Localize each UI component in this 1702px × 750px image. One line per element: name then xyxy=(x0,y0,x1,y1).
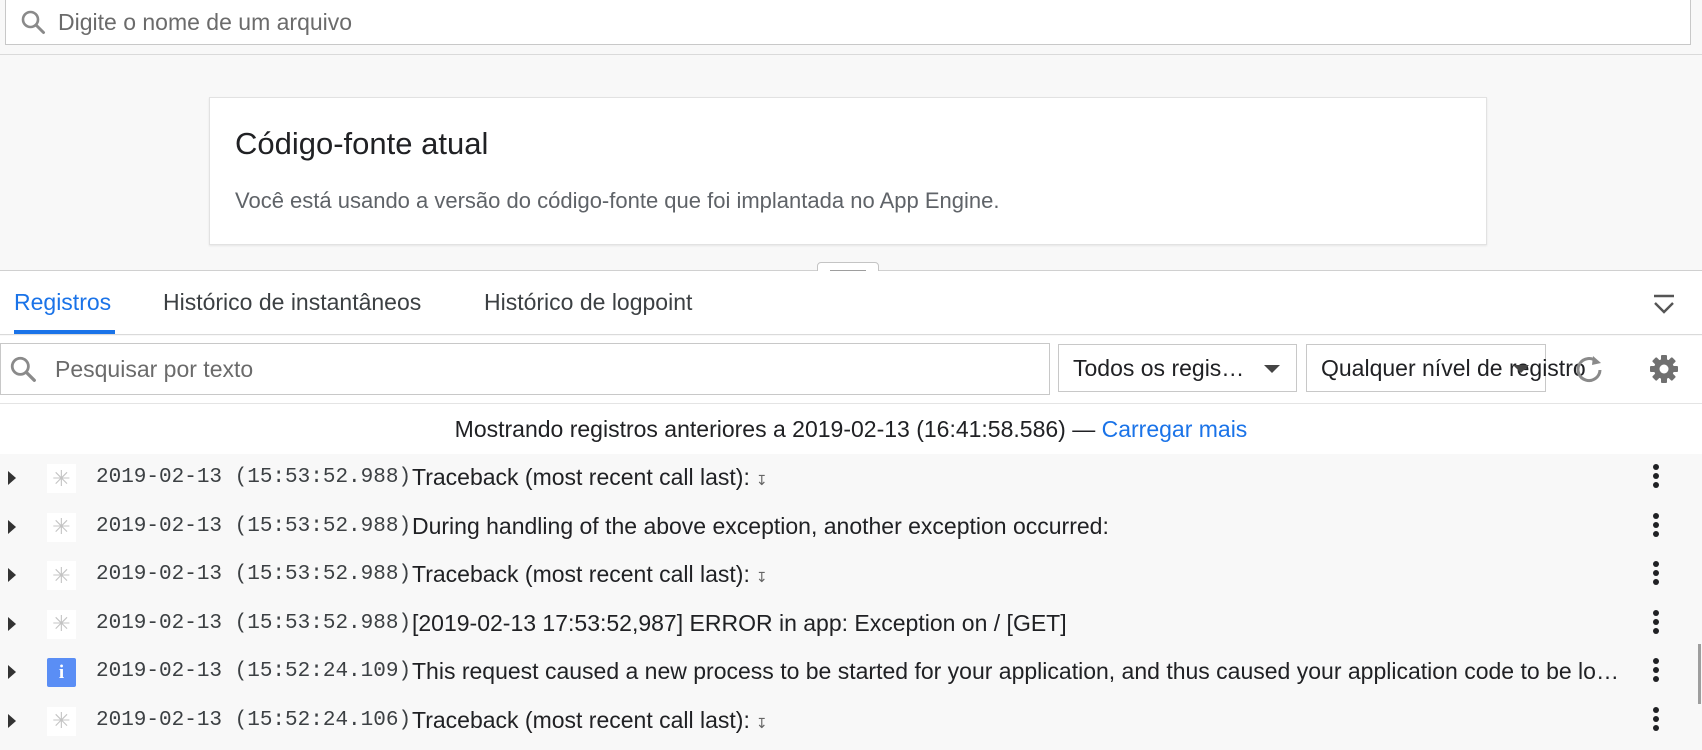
log-timestamp: 2019-02-13 (15:53:52.988) xyxy=(96,514,412,538)
text-cursor-icon: ↧ xyxy=(755,472,768,488)
tab-historico-instantaneos[interactable]: Histórico de instantâneos xyxy=(163,289,421,316)
log-message-text: Traceback (most recent call last): xyxy=(412,561,750,587)
text-cursor-icon: ↧ xyxy=(755,569,768,585)
more-options-icon[interactable] xyxy=(1648,705,1664,737)
card-title: Código-fonte atual xyxy=(235,126,489,161)
expand-arrow-icon[interactable] xyxy=(8,713,16,728)
log-entry-row[interactable]: ✳ 2019-02-13 (15:53:52.988) During handl… xyxy=(0,502,1702,551)
log-message: Traceback (most recent call last): ↧ xyxy=(412,561,1627,588)
log-message: [2019-02-13 17:53:52,987] ERROR in app: … xyxy=(412,609,1067,636)
log-level-value: Qualquer nível de registro xyxy=(1321,354,1586,381)
expand-arrow-icon[interactable] xyxy=(8,471,16,485)
log-source-value: Todos os regis… xyxy=(1073,354,1245,381)
search-icon xyxy=(18,7,48,37)
search-icon xyxy=(9,354,39,384)
collapse-panel-icon[interactable] xyxy=(1650,293,1678,317)
expand-arrow-icon[interactable] xyxy=(8,616,16,631)
log-timestamp: 2019-02-13 (15:53:52.988) xyxy=(96,611,412,635)
tab-bar: Registros Histórico de instantâneos Hist… xyxy=(0,271,1702,335)
log-message-text: Traceback (most recent call last): xyxy=(412,706,750,733)
log-entry-row[interactable]: ✳ 2019-02-13 (15:53:52.988) Traceback (m… xyxy=(0,551,1702,600)
severity-any-icon: ✳ xyxy=(47,512,76,542)
log-message: Traceback (most recent call last): ↧ xyxy=(412,707,1627,734)
expand-arrow-icon[interactable] xyxy=(8,519,16,534)
severity-info-icon: i xyxy=(47,658,76,687)
more-options-icon[interactable] xyxy=(1648,511,1664,543)
log-message-text: Traceback (most recent call last): xyxy=(412,464,750,490)
log-entry-row[interactable]: ✳ 2019-02-13 (15:52:24.106) Traceback (m… xyxy=(0,696,1702,745)
divider xyxy=(0,54,1702,55)
log-source-select[interactable]: Todos os regis… xyxy=(1058,344,1297,392)
refresh-icon[interactable] xyxy=(1572,352,1606,386)
active-tab-indicator xyxy=(14,330,115,334)
source-info-card: Código-fonte atual Você está usando a ve… xyxy=(209,97,1487,245)
log-entries-list: ✳ 2019-02-13 (15:53:52.988) Traceback (m… xyxy=(0,454,1702,745)
severity-any-icon: ✳ xyxy=(47,706,76,736)
log-entry-row[interactable]: ✳ 2019-02-13 (15:53:52.988) [2019-02-13 … xyxy=(0,599,1702,648)
tab-historico-logpoint[interactable]: Histórico de logpoint xyxy=(484,289,692,316)
chevron-down-icon xyxy=(1513,365,1529,373)
expand-arrow-icon[interactable] xyxy=(8,665,16,679)
log-message: This request caused a new process to be … xyxy=(412,658,1627,684)
load-more-link[interactable]: Carregar mais xyxy=(1102,416,1248,442)
severity-any-icon: ✳ xyxy=(47,561,76,590)
expand-arrow-icon[interactable] xyxy=(8,568,16,582)
log-timestamp: 2019-02-13 (15:52:24.106) xyxy=(96,708,412,732)
log-entry-row[interactable]: i 2019-02-13 (15:52:24.109) This request… xyxy=(0,648,1702,697)
logs-range-text: Mostrando registros anteriores a 2019-02… xyxy=(454,416,1096,442)
log-entry-row[interactable]: ✳ 2019-02-13 (15:53:52.988) Traceback (m… xyxy=(0,454,1702,503)
log-level-select[interactable]: Qualquer nível de registro xyxy=(1306,344,1586,392)
log-search-bar[interactable] xyxy=(0,343,1050,395)
chevron-down-icon xyxy=(1264,365,1280,373)
logs-range-notice: Mostrando registros anteriores a 2019-02… xyxy=(0,404,1702,454)
log-message: Traceback (most recent call last): ↧ xyxy=(412,464,1627,491)
log-timestamp: 2019-02-13 (15:53:52.988) xyxy=(96,466,412,489)
file-search-input[interactable] xyxy=(58,8,1558,36)
log-timestamp: 2019-02-13 (15:53:52.988) xyxy=(96,563,412,586)
file-search-bar[interactable] xyxy=(5,0,1691,45)
gear-icon[interactable] xyxy=(1647,352,1681,386)
text-cursor-icon: ↧ xyxy=(755,714,768,731)
more-options-icon[interactable] xyxy=(1648,462,1664,494)
more-options-icon[interactable] xyxy=(1648,608,1664,640)
card-description: Você está usando a versão do código-font… xyxy=(235,188,1000,213)
severity-any-icon: ✳ xyxy=(47,464,76,493)
log-timestamp: 2019-02-13 (15:52:24.109) xyxy=(96,660,412,683)
log-message: During handling of the above exception, … xyxy=(412,512,1109,539)
tab-registros[interactable]: Registros xyxy=(14,289,111,316)
more-options-icon[interactable] xyxy=(1648,656,1664,688)
scrollbar-thumb[interactable] xyxy=(1698,644,1701,704)
severity-any-icon: ✳ xyxy=(47,609,76,639)
logs-toolbar: Todos os regis… Qualquer nível de regist… xyxy=(0,336,1702,404)
more-options-icon[interactable] xyxy=(1648,559,1664,591)
log-search-input[interactable] xyxy=(55,355,1015,383)
